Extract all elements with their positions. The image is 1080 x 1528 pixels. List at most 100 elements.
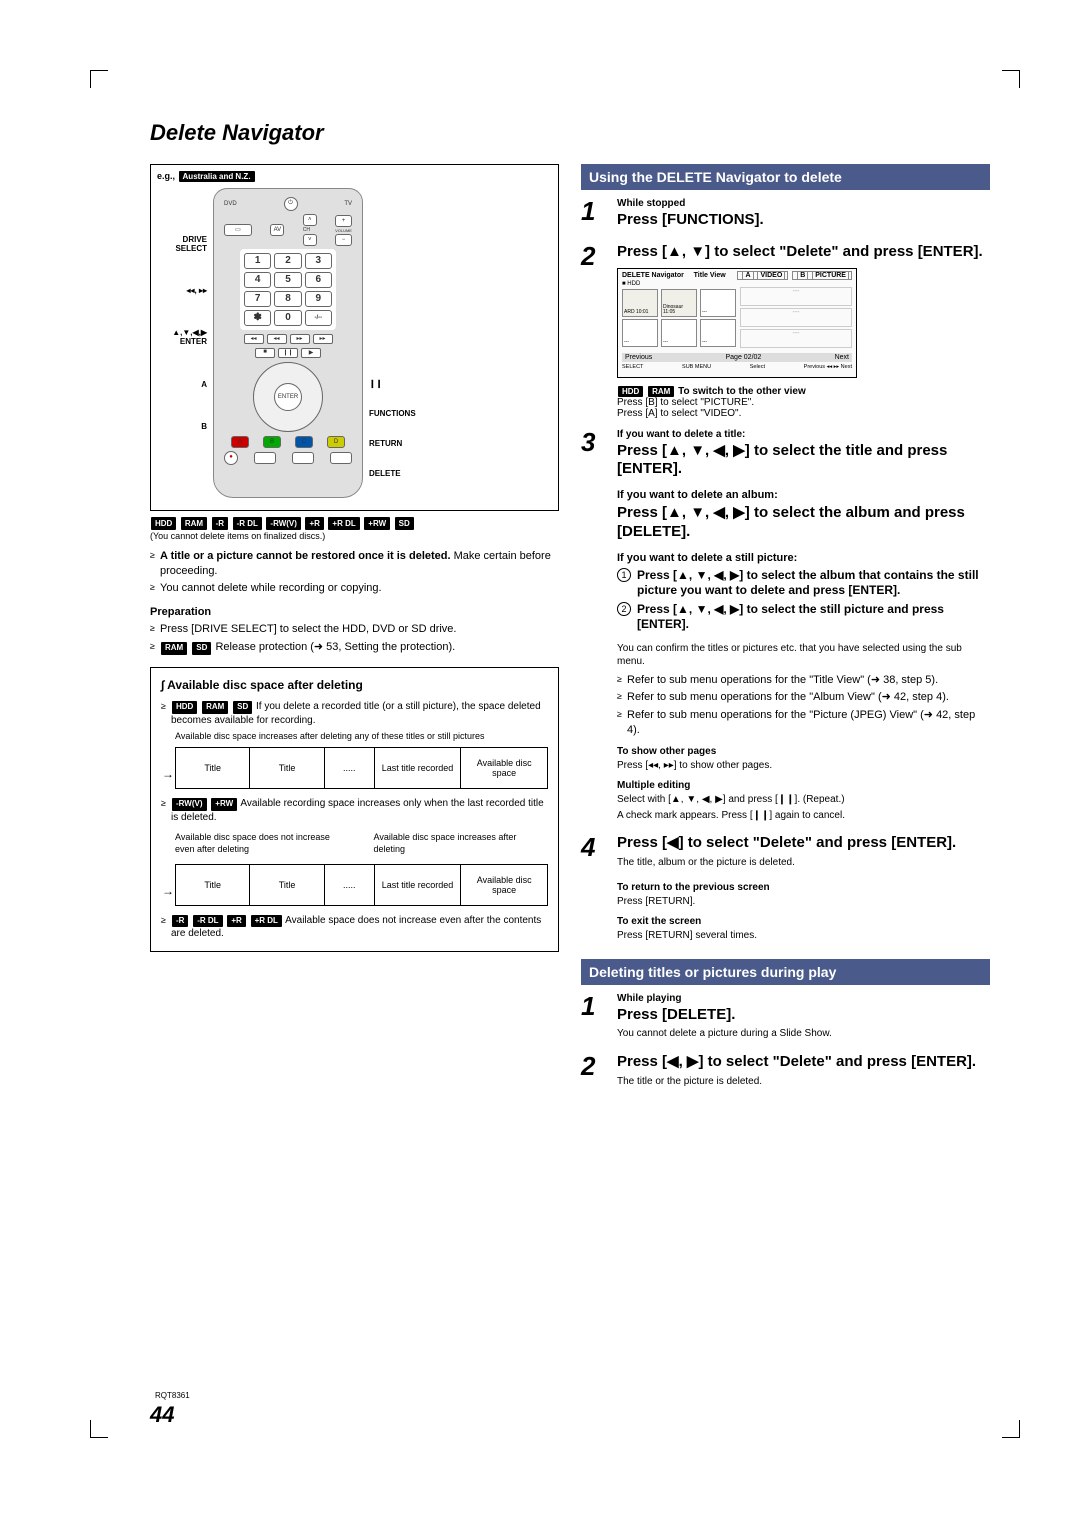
page-title: Delete Navigator <box>150 120 990 146</box>
next-icon: ▸▸ <box>313 334 333 344</box>
prep-item: RAM SD Release protection (➜ 53, Setting… <box>150 640 559 655</box>
remote-dvd-label: DVD <box>224 201 237 207</box>
prev-icon: ◂◂ <box>244 334 264 344</box>
right-column: Using the DELETE Navigator to delete 1 W… <box>581 164 990 1100</box>
badge: +R DL <box>251 915 282 928</box>
thumbnail-empty: --- <box>661 319 697 347</box>
remote-right-callouts: ❙❙ FUNCTIONS RETURN DELETE <box>369 188 431 498</box>
step-number: 2 <box>581 243 607 419</box>
warn-recording: You cannot delete while recording or cop… <box>150 581 559 596</box>
badge-rwv: -RW(V) <box>266 517 301 530</box>
rew-icon: ◂◂ <box>267 334 287 344</box>
key-8: 8 <box>274 291 301 307</box>
step-2: 2 Press [▲, ▼] to select "Delete" and pr… <box>581 243 990 419</box>
step-note: You cannot delete a picture during a Sli… <box>617 1027 990 1041</box>
thumbnail-empty: --- <box>700 319 736 347</box>
callout-delete: DELETE <box>369 469 431 478</box>
thumbnail: ARD 10:01 <box>622 289 658 317</box>
pager-page: Page 02/02 <box>726 354 762 361</box>
left-column: e.g., Australia and N.Z. DRIVE SELECT ◂◂… <box>150 164 559 1100</box>
crop-mark <box>1002 70 1020 88</box>
step-condition: While stopped <box>617 198 990 209</box>
badge: +RW <box>211 798 237 811</box>
tip-body: A check mark appears. Press [❙❙] again t… <box>617 809 990 823</box>
callout-skip: ◂◂, ▸▸ <box>157 286 207 295</box>
section-heading: Deleting titles or pictures during play <box>581 959 990 985</box>
pager-next: Next <box>835 354 849 361</box>
step-condition: If you want to delete a title: <box>617 429 990 440</box>
badge-r: -R <box>212 517 228 530</box>
badge-hdd: HDD <box>151 517 176 530</box>
callout-functions: FUNCTIONS <box>369 409 431 418</box>
step-instruction: Press [◀, ▶] to select "Delete" and pres… <box>617 1053 990 1072</box>
thumbnail-empty: --- <box>700 289 736 317</box>
substep-text: Press [▲, ▼, ◀, ▶] to select the album t… <box>637 568 990 598</box>
prep-list: Press [DRIVE SELECT] to select the HDD, … <box>150 622 559 655</box>
badge: SD <box>233 701 252 714</box>
badge: RAM <box>648 386 674 397</box>
thumbnail-empty: --- <box>622 319 658 347</box>
preparation-heading: Preparation <box>150 606 559 618</box>
step-number: 1 <box>581 993 607 1043</box>
badge: -R DL <box>193 915 222 928</box>
badge-rdl: -R DL <box>233 517 262 530</box>
step-note: The title or the picture is deleted. <box>617 1075 990 1089</box>
callout-return: RETURN <box>369 439 431 448</box>
key-slash: -/-- <box>305 310 332 326</box>
arrow-icon: → <box>161 864 175 906</box>
step-instruction: Press [FUNCTIONS]. <box>617 211 990 230</box>
section-heading: Using the DELETE Navigator to delete <box>581 164 990 190</box>
step-number: 4 <box>581 834 607 871</box>
key-5: 5 <box>274 272 301 288</box>
pager-prev: Previous <box>625 354 652 361</box>
step-instruction: Press [▲, ▼, ◀, ▶] to select the album a… <box>617 504 990 542</box>
tip-body: Press [RETURN]. <box>617 895 990 909</box>
callout-pause: ❙❙ <box>369 379 431 388</box>
finalized-note: (You cannot delete items on finalized di… <box>150 530 559 543</box>
switch-view-block: HDD RAM To switch to the other view Pres… <box>617 386 990 419</box>
badge-prdl: +R DL <box>328 517 359 530</box>
prep-text: Release protection (➜ 53, Setting the pr… <box>215 641 455 653</box>
tip-heading: To exit the screen <box>617 916 990 927</box>
color-d: D <box>327 436 345 448</box>
color-a: A <box>231 436 249 448</box>
key-2: 2 <box>274 253 301 269</box>
substep-1: 1 Press [▲, ▼, ◀, ▶] to select the album… <box>617 568 990 598</box>
infobox-title: ∫ Available disc space after deleting <box>161 678 548 692</box>
info-line: -RW(V) +RW Available recording space inc… <box>161 797 548 824</box>
step-number: 2 <box>581 1053 607 1090</box>
screen-pager: Previous Page 02/02 Next <box>622 353 852 362</box>
ch-up: + <box>335 215 352 227</box>
ref-item: Refer to sub menu operations for the "Ti… <box>617 673 990 688</box>
diagram-caption: Available disc space increases after del… <box>175 731 548 743</box>
ext-link-btn <box>292 452 314 464</box>
step-condition: If you want to delete an album: <box>617 489 990 501</box>
badge: RAM <box>202 701 228 714</box>
color-c: C <box>295 436 313 448</box>
key-star: ✽ <box>244 310 271 326</box>
screen-title: DELETE Navigator <box>622 272 684 279</box>
key-4: 4 <box>244 272 271 288</box>
step-note: The title, album or the picture is delet… <box>617 856 990 870</box>
ff-icon: ▸▸ <box>290 334 310 344</box>
badge: HDD <box>618 386 643 397</box>
delete-btn <box>330 452 352 464</box>
ref-item: Refer to sub menu operations for the "Al… <box>617 690 990 705</box>
enter-ring: ENTER <box>253 362 323 432</box>
step-instruction: Press [▲, ▼] to select "Delete" and pres… <box>617 243 990 262</box>
badge-prw: +RW <box>364 517 390 530</box>
step-4: 4 Press [◀] to select "Delete" and press… <box>581 834 990 871</box>
arrow-icon: → <box>161 747 175 789</box>
color-b: B <box>263 436 281 448</box>
cell-last: Last title recorded <box>374 864 461 906</box>
crop-mark <box>90 1420 108 1438</box>
cell-space: Available disc space <box>460 747 548 789</box>
info-line: HDD RAM SD If you delete a recorded titl… <box>161 700 548 727</box>
badge: +R <box>227 915 245 928</box>
switch-line: Press [B] to select "PICTURE". <box>617 397 990 408</box>
step2-2: 2 Press [◀, ▶] to select "Delete" and pr… <box>581 1053 990 1090</box>
cell-last: Last title recorded <box>374 747 461 789</box>
circled-number: 1 <box>617 568 631 582</box>
cell-title: Title <box>175 864 249 906</box>
ch-down: − <box>335 234 352 246</box>
